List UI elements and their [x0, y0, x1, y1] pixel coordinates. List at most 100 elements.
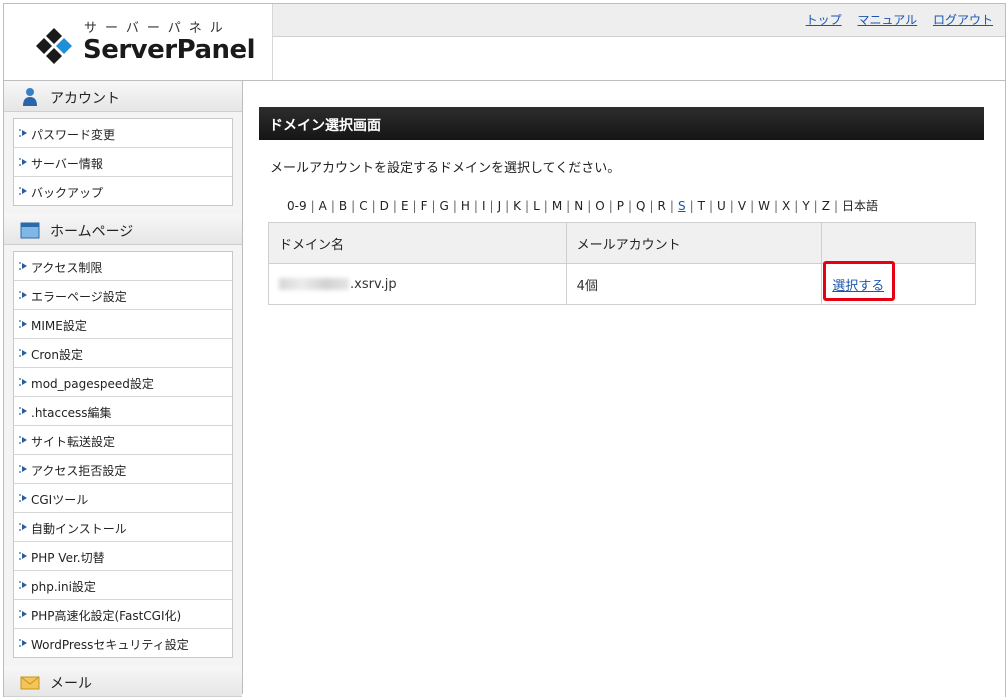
- sidebar-item-label: .htaccess編集: [31, 406, 112, 420]
- column-header-mail-accounts: メールアカウント: [565, 222, 823, 264]
- alpha-separator: |: [452, 199, 457, 213]
- sidebar-item-php-version[interactable]: PHP Ver.切替: [14, 542, 232, 571]
- sidebar-item-pagespeed[interactable]: mod_pagespeed設定: [14, 368, 232, 397]
- arrow-icon: [19, 349, 27, 357]
- sidebar-item-access-restriction[interactable]: アクセス制限: [14, 252, 232, 281]
- sidebar-item-label: mod_pagespeed設定: [31, 377, 154, 391]
- alpha-separator: |: [773, 199, 779, 213]
- alpha-separator: |: [794, 199, 799, 213]
- sidebar-item-htaccess[interactable]: .htaccess編集: [14, 397, 232, 426]
- logo-kana: サーバーパネル: [84, 21, 231, 36]
- redacted-domain-prefix: [279, 278, 349, 290]
- alpha-separator: |: [473, 199, 478, 213]
- highlight-box: [823, 261, 895, 301]
- arrow-icon: [19, 610, 27, 618]
- top-nav-bar: トップ マニュアル ログアウト: [273, 4, 1005, 37]
- account-menu: パスワード変更 サーバー情報 バックアップ: [13, 118, 233, 206]
- sidebar-item-label: 自動インストール: [31, 522, 127, 536]
- alpha-index-h: H: [460, 199, 470, 213]
- sidebar: アカウント パスワード変更 サーバー情報 バックアップ ホームページ アクセス制…: [4, 81, 243, 697]
- alpha-separator: |: [833, 199, 838, 213]
- alpha-index-k: K: [513, 199, 522, 213]
- homepage-menu: アクセス制限 エラーページ設定 MIME設定 Cron設定 mod_pagesp…: [13, 251, 233, 658]
- sidebar-item-cron[interactable]: Cron設定: [14, 339, 232, 368]
- sidebar-section-homepage: ホームページ: [4, 214, 242, 245]
- alpha-separator: |: [587, 199, 592, 213]
- sidebar-item-cgi-tool[interactable]: CGIツール: [14, 484, 232, 513]
- alpha-separator: |: [489, 199, 494, 213]
- arrow-icon: [19, 552, 27, 560]
- sidebar-item-wordpress-security[interactable]: WordPressセキュリティ設定: [14, 629, 232, 657]
- logo-diamond-icon: [36, 28, 72, 64]
- arrow-icon: [19, 436, 27, 444]
- alpha-index-日本語: 日本語: [841, 199, 878, 213]
- account-count: 4個: [565, 263, 823, 305]
- sidebar-item-label: サイト転送設定: [31, 435, 116, 449]
- logo[interactable]: サーバーパネル ServerPanel: [4, 4, 273, 80]
- arrow-icon: [19, 320, 27, 328]
- alpha-separator: |: [649, 199, 654, 213]
- alpha-index-z: Z: [821, 199, 830, 213]
- sidebar-item-fastcgi[interactable]: PHP高速化設定(FastCGI化): [14, 600, 232, 629]
- alpha-index-c: C: [359, 199, 368, 213]
- arrow-icon: [19, 639, 27, 647]
- sidebar-item-site-redirect[interactable]: サイト転送設定: [14, 426, 232, 455]
- alpha-separator: |: [412, 199, 417, 213]
- arrow-icon: [19, 129, 27, 137]
- alpha-separator: |: [628, 199, 633, 213]
- alpha-separator: |: [525, 199, 530, 213]
- arrow-icon: [19, 465, 27, 473]
- section-title: メール: [50, 676, 92, 692]
- alpha-index-o: O: [595, 199, 605, 213]
- alpha-index-i: I: [481, 199, 486, 213]
- alpha-index-w: W: [758, 199, 770, 213]
- arrow-icon: [19, 262, 27, 270]
- alpha-separator: |: [708, 199, 713, 213]
- alpha-separator: |: [310, 199, 315, 213]
- sidebar-item-label: PHP高速化設定(FastCGI化): [31, 609, 182, 623]
- window-icon: [20, 222, 40, 239]
- alpha-index-b: B: [338, 199, 348, 213]
- arrow-icon: [19, 407, 27, 415]
- sidebar-item-access-deny[interactable]: アクセス拒否設定: [14, 455, 232, 484]
- logo-text: ServerPanel: [83, 35, 256, 65]
- sidebar-item-password[interactable]: パスワード変更: [14, 119, 232, 148]
- alpha-separator: |: [689, 199, 694, 213]
- sidebar-item-label: php.ini設定: [31, 580, 96, 594]
- alpha-index-u: U: [717, 199, 726, 213]
- mail-icon: [20, 676, 40, 690]
- alpha-index-s[interactable]: S: [678, 199, 686, 213]
- sidebar-item-mime[interactable]: MIME設定: [14, 310, 232, 339]
- sidebar-item-auto-install[interactable]: 自動インストール: [14, 513, 232, 542]
- sidebar-item-server-info[interactable]: サーバー情報: [14, 148, 232, 177]
- sidebar-item-label: エラーページ設定: [31, 290, 127, 304]
- page-title-bar: ドメイン選択画面: [259, 107, 984, 140]
- alpha-separator: |: [431, 199, 436, 213]
- top-links: トップ マニュアル ログアウト: [794, 11, 993, 28]
- top-link[interactable]: トップ: [806, 13, 842, 27]
- arrow-icon: [19, 523, 27, 531]
- sidebar-item-error-page[interactable]: エラーページ設定: [14, 281, 232, 310]
- sidebar-item-label: CGIツール: [31, 493, 89, 507]
- alphabet-index: 0-9 | A | B | C | D | E | F | G | H | I | J | K | L | M | N | O | P | Q | R |…: [287, 197, 878, 214]
- section-title: アカウント: [50, 91, 120, 107]
- sidebar-item-php-ini[interactable]: php.ini設定: [14, 571, 232, 600]
- alpha-separator: |: [543, 199, 548, 213]
- alpha-index-q: Q: [636, 199, 646, 213]
- alpha-index-v: V: [737, 199, 747, 213]
- sidebar-section-account: アカウント: [4, 81, 242, 112]
- sidebar-item-backup[interactable]: バックアップ: [14, 177, 232, 205]
- sidebar-item-label: PHP Ver.切替: [31, 551, 105, 565]
- sidebar-item-label: サーバー情報: [31, 157, 103, 171]
- alpha-separator: |: [371, 199, 376, 213]
- manual-link[interactable]: マニュアル: [858, 13, 918, 27]
- arrow-icon: [19, 494, 27, 502]
- alpha-index-j: J: [497, 199, 502, 213]
- logout-link[interactable]: ログアウト: [933, 13, 993, 27]
- arrow-icon: [19, 158, 27, 166]
- alpha-index-r: R: [657, 199, 666, 213]
- alpha-index-y: Y: [802, 199, 810, 213]
- column-header-action: [821, 222, 976, 264]
- alpha-index-d: D: [379, 199, 389, 213]
- description: メールアカウントを設定するドメインを選択してください。: [270, 161, 621, 176]
